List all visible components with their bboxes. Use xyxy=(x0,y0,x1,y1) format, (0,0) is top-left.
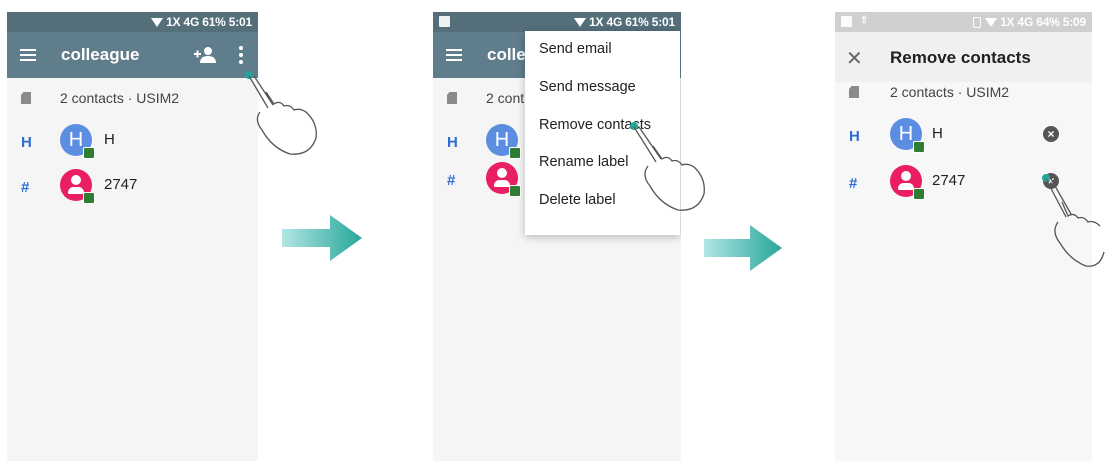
menu-item-send-message[interactable]: Send message xyxy=(539,79,636,95)
index-letter: H xyxy=(21,134,32,151)
upload-icon: ⇧ xyxy=(860,15,869,26)
right-arrow-icon xyxy=(282,215,362,261)
index-letter: # xyxy=(849,175,858,192)
vibrate-icon xyxy=(973,16,982,28)
menu-item-rename-label[interactable]: Rename label xyxy=(539,154,628,170)
index-letter: # xyxy=(21,179,30,196)
index-letter: H xyxy=(447,134,458,151)
sim-card-icon xyxy=(83,192,95,204)
wifi-icon xyxy=(985,17,998,27)
sim-card-icon xyxy=(849,86,859,98)
contact-count: 2 contacts · USIM2 xyxy=(60,90,180,106)
sim-card-icon xyxy=(21,92,31,104)
screen-menu-open: 1X 4G 61% 5:01 colle 2 cont H H # Send e… xyxy=(433,12,681,461)
pointing-hand-icon xyxy=(630,122,705,211)
contact-name: 2747 xyxy=(932,172,966,189)
person-icon xyxy=(898,171,914,191)
pointing-hand-icon xyxy=(1042,174,1105,267)
label-title: colle xyxy=(487,45,526,64)
wifi-icon xyxy=(151,17,164,27)
page-title: Remove contacts xyxy=(890,48,1031,67)
contact-name: H xyxy=(104,131,115,148)
contact-name: H xyxy=(932,125,943,142)
sim-card-icon xyxy=(509,147,521,159)
person-icon xyxy=(494,168,510,188)
list-item[interactable]: H H H xyxy=(7,124,258,164)
status-text: 1X 4G 61% 5:01 xyxy=(589,15,675,29)
hamburger-icon[interactable] xyxy=(20,49,36,61)
label-title: colleague xyxy=(61,45,140,64)
sim-card-icon xyxy=(913,141,925,153)
status-text: 1X 4G 64% 5:09 xyxy=(1000,15,1086,29)
pointing-hand-icon xyxy=(245,71,317,155)
contact-count: 2 cont xyxy=(486,90,525,106)
contact-name: 2747 xyxy=(104,176,138,193)
right-arrow-icon xyxy=(704,225,782,271)
sim-card-icon xyxy=(447,92,457,104)
hamburger-icon[interactable] xyxy=(446,49,462,61)
person-add-icon[interactable] xyxy=(194,46,216,64)
contact-count: 2 contacts · USIM2 xyxy=(890,84,1010,100)
list-item[interactable]: # 2747 xyxy=(7,169,258,209)
status-bar: 1X 4G 61% 5:01 xyxy=(7,12,258,32)
screen-label-view: 1X 4G 61% 5:01 colleague 2 contacts · US… xyxy=(7,12,258,461)
avatar: H xyxy=(890,118,925,153)
more-vert-icon[interactable] xyxy=(238,46,244,64)
menu-item-send-email[interactable]: Send email xyxy=(539,41,612,57)
menu-item-delete-label[interactable]: Delete label xyxy=(539,192,616,208)
close-icon[interactable]: ✕ xyxy=(846,46,863,71)
notification-icon xyxy=(439,16,450,27)
avatar xyxy=(486,162,521,197)
person-icon xyxy=(68,175,84,195)
remove-circle-icon[interactable]: × xyxy=(1043,126,1059,142)
avatar xyxy=(890,165,925,200)
status-text: 1X 4G 61% 5:01 xyxy=(166,15,252,29)
sim-card-icon xyxy=(913,188,925,200)
wifi-icon xyxy=(574,17,587,27)
status-bar: ⇧ 1X 4G 64% 5:09 xyxy=(835,12,1092,32)
index-letter: # xyxy=(447,172,456,189)
sim-card-icon xyxy=(509,185,521,197)
contact-count-row: 2 contacts · USIM2 xyxy=(7,88,258,112)
app-toolbar: colleague xyxy=(7,32,258,78)
status-bar: 1X 4G 61% 5:01 xyxy=(433,12,681,32)
avatar xyxy=(60,169,95,204)
index-letter: H xyxy=(849,128,860,145)
avatar: H xyxy=(60,124,95,159)
list-item: H H H × xyxy=(835,118,1092,158)
sim-card-icon xyxy=(83,147,95,159)
notification-icon xyxy=(841,16,852,27)
app-toolbar: ✕ Remove contacts xyxy=(835,32,1092,82)
avatar: H xyxy=(486,124,521,159)
contact-count-row: 2 contacts · USIM2 xyxy=(835,82,1092,106)
